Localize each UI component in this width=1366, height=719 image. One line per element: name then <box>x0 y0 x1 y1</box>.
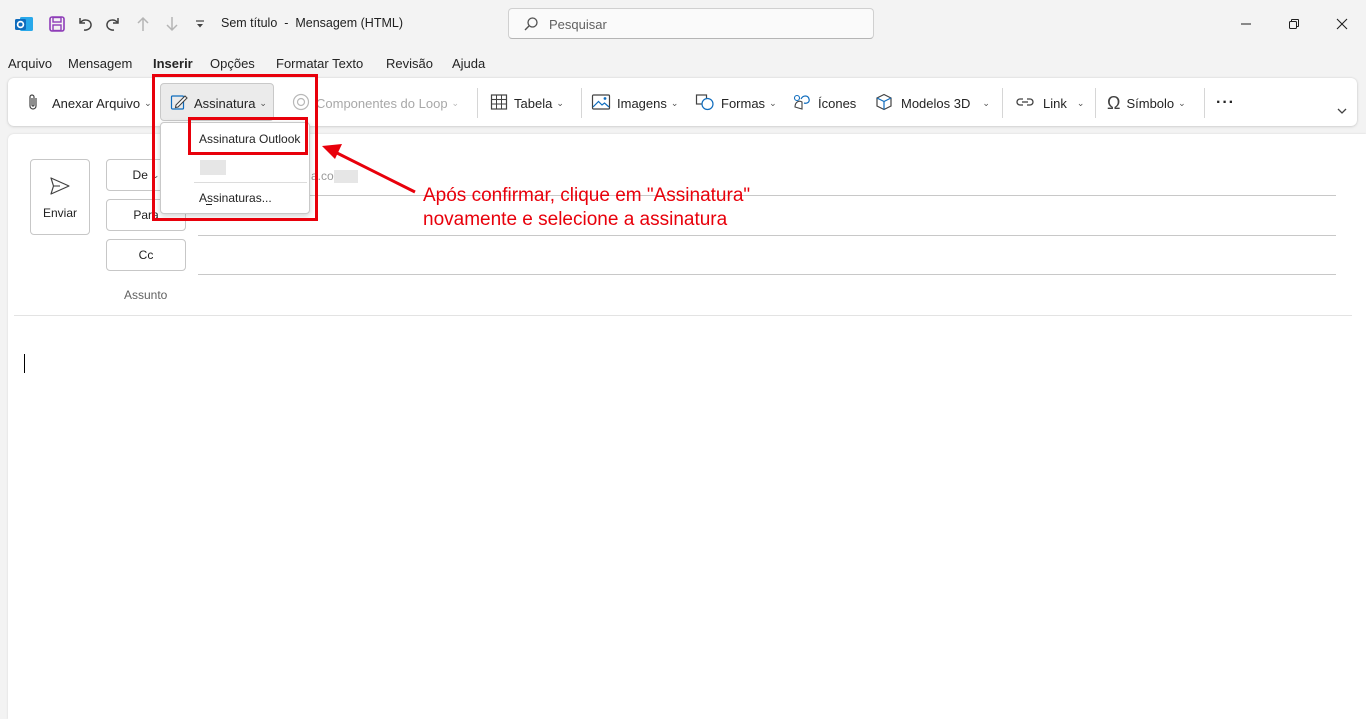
images-label: Imagens <box>617 95 667 111</box>
from-label: De <box>132 168 148 182</box>
table-icon <box>490 93 508 114</box>
table-button[interactable]: Tabela ⌄ <box>490 92 564 114</box>
save-icon[interactable] <box>47 14 67 34</box>
chevron-down-icon: ⌄ <box>769 97 777 108</box>
window-title: Sem título - Mensagem (HTML) <box>221 16 403 30</box>
subject-divider <box>14 315 1352 316</box>
ribbon-separator <box>1002 88 1003 118</box>
minimize-icon[interactable] <box>1234 12 1258 36</box>
tab-mensagem[interactable]: Mensagem <box>68 56 132 71</box>
tab-ajuda[interactable]: Ajuda <box>452 56 485 71</box>
chevron-down-icon: ⌄ <box>1178 97 1186 108</box>
annotation-highlight-outlook-signature <box>188 117 308 155</box>
tab-opcoes[interactable]: Opções <box>210 56 255 71</box>
chevron-down-icon: ⌄ <box>982 97 990 108</box>
annotation-line-1: Após confirmar, clique em "Assinatura" <box>423 185 751 206</box>
tab-inserir[interactable]: Inserir <box>153 56 193 71</box>
annotation-arrow <box>322 144 416 194</box>
cc-label: Cc <box>138 248 154 262</box>
more-options-icon[interactable]: ··· <box>1216 92 1235 114</box>
symbol-button[interactable]: Ω Símbolo ⌄ <box>1107 92 1186 114</box>
title-bar: Sem título - Mensagem (HTML) Pesquisar <box>0 0 1366 48</box>
send-label: Enviar <box>42 206 77 220</box>
search-input[interactable]: Pesquisar <box>508 8 874 39</box>
outlook-app-icon <box>14 14 34 34</box>
3d-models-button[interactable]: Modelos 3D ⌄ <box>875 92 990 114</box>
chevron-down-icon: ⌄ <box>144 97 152 108</box>
search-placeholder: Pesquisar <box>549 17 607 32</box>
chevron-down-icon: ⌄ <box>1076 97 1085 108</box>
icons-gallery-icon <box>792 93 812 114</box>
search-icon <box>523 16 539 35</box>
shapes-button[interactable]: Formas ⌄ <box>695 92 777 114</box>
icons-button[interactable]: Ícones <box>792 92 856 114</box>
restore-icon[interactable] <box>1282 12 1306 36</box>
send-button[interactable]: Enviar <box>30 159 90 235</box>
link-label: Link <box>1043 95 1067 111</box>
omega-icon: Ω <box>1107 93 1121 113</box>
icons-label: Ícones <box>818 95 857 111</box>
collapse-ribbon-icon[interactable] <box>1336 104 1348 119</box>
ribbon-separator <box>1204 88 1205 118</box>
images-button[interactable]: Imagens ⌄ <box>591 92 678 114</box>
cc-field-input[interactable] <box>198 274 1336 275</box>
tab-formatar-texto[interactable]: Formatar Texto <box>276 56 363 71</box>
link-button[interactable]: Link ⌄ <box>1015 92 1084 114</box>
arrow-up-icon[interactable] <box>133 14 153 34</box>
shapes-icon <box>695 93 715 114</box>
chevron-down-icon: ⌄ <box>556 97 564 108</box>
ribbon-separator <box>581 88 582 118</box>
3d-models-label: Modelos 3D <box>901 95 971 111</box>
image-icon <box>591 93 611 114</box>
loop-label: Componentes do Loop <box>316 95 448 111</box>
cube-icon <box>875 93 893 114</box>
table-label: Tabela <box>514 95 553 111</box>
annotation-line-2: novamente e selecione a assinatura <box>423 209 728 230</box>
chevron-down-icon: ⌄ <box>670 97 679 108</box>
symbol-label: Símbolo <box>1126 95 1175 111</box>
link-icon <box>1015 93 1035 114</box>
chevron-down-icon: ⌄ <box>451 97 460 108</box>
cc-button[interactable]: Cc <box>106 239 186 271</box>
arrow-down-icon[interactable] <box>162 14 182 34</box>
send-icon <box>49 176 71 199</box>
shapes-label: Formas <box>721 95 766 111</box>
to-field-input[interactable] <box>198 235 1336 236</box>
ribbon-separator <box>477 88 478 118</box>
attach-file-button[interactable]: Anexar Arquivo ⌄ <box>26 92 152 114</box>
undo-icon[interactable] <box>75 14 95 34</box>
subject-label: Assunto <box>124 288 168 302</box>
ribbon-separator <box>1095 88 1096 118</box>
attach-file-label: Anexar Arquivo <box>52 95 141 111</box>
annotation-text: Após confirmar, clique em "Assinatura" n… <box>423 184 750 232</box>
paperclip-icon <box>26 93 40 114</box>
tab-arquivo[interactable]: Arquivo <box>8 56 52 71</box>
message-body[interactable] <box>14 330 1344 710</box>
close-icon[interactable] <box>1330 12 1354 36</box>
redo-icon[interactable] <box>103 14 123 34</box>
tab-revisao[interactable]: Revisão <box>386 56 433 71</box>
customize-toolbar-icon[interactable] <box>193 16 207 32</box>
